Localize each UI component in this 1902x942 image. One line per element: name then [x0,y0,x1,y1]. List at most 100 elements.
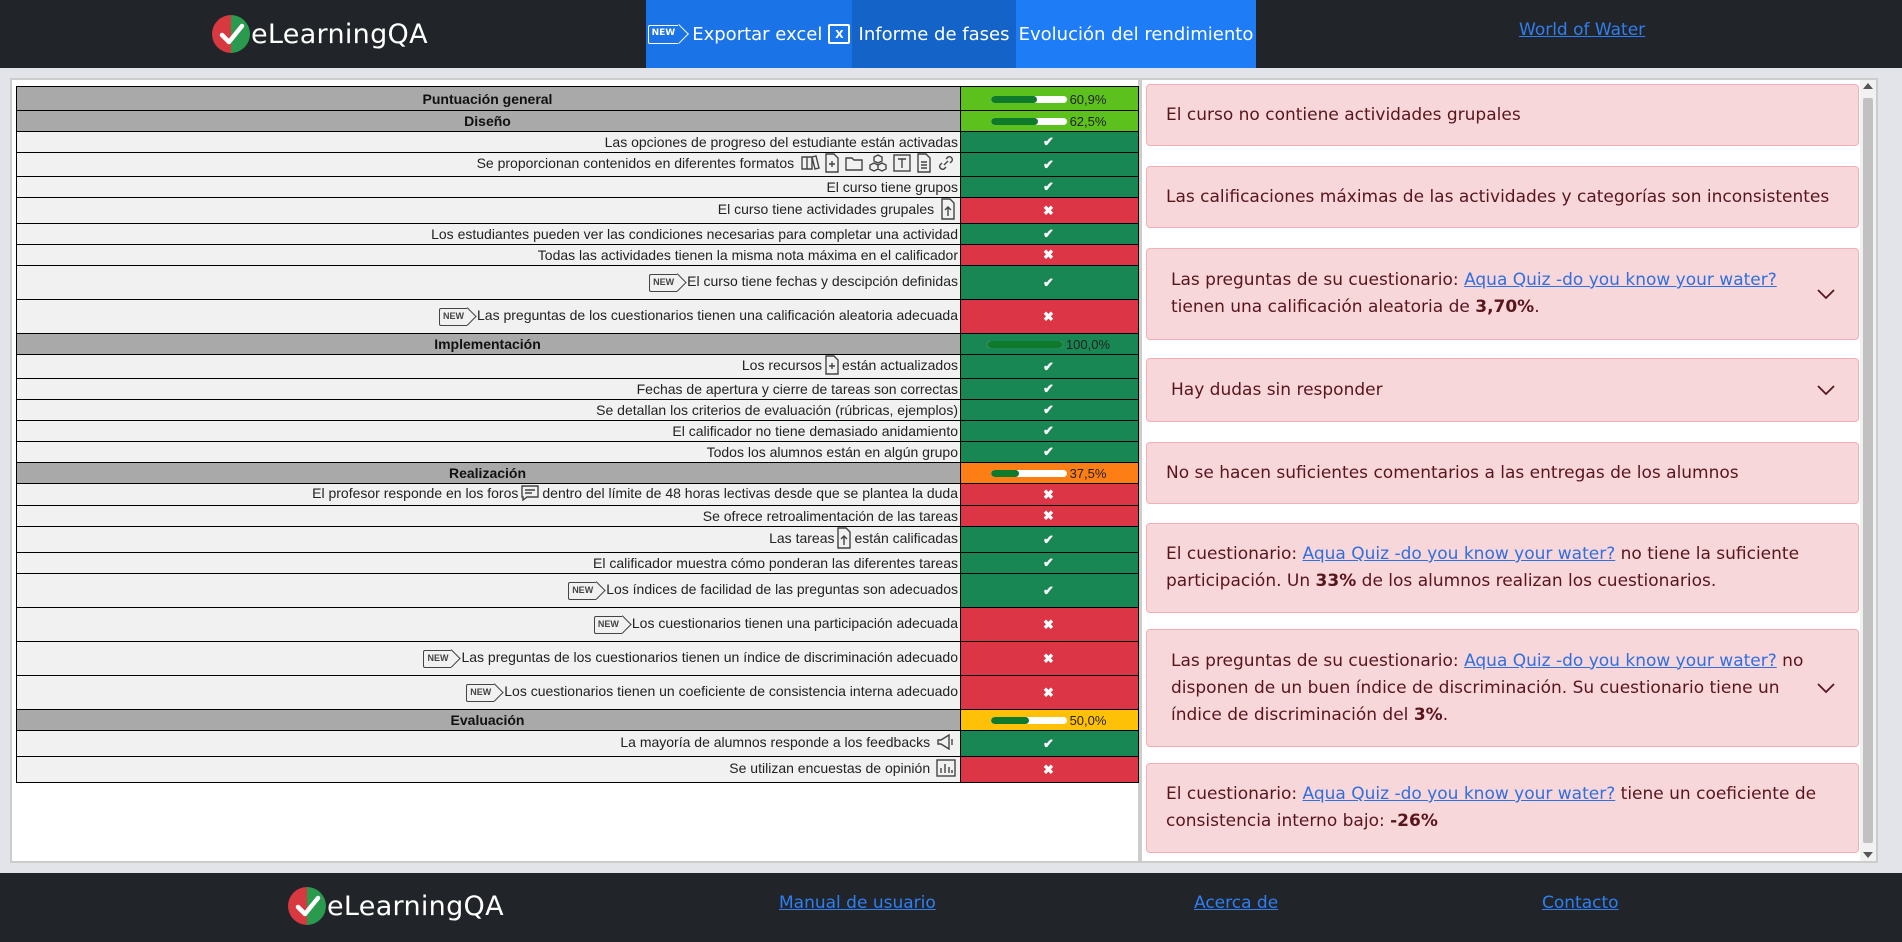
quiz-link[interactable]: Aqua Quiz -do you know your water? [1464,651,1777,671]
alert-item[interactable]: Las preguntas de su cuestionario: Aqua Q… [1146,248,1859,340]
criterion-text: El curso tiene fechas y descipción defin… [687,273,958,290]
criterion-text: Los estudiantes pueden ver las condicion… [431,226,958,242]
criterion-label: Todas las actividades tienen la misma no… [16,244,961,266]
score-progress: 62,5% [990,114,1107,129]
criterion-status: ✔ [960,526,1139,553]
overall-score-row: Puntuación general 60,9% [16,86,1139,111]
section-title: Realización [16,462,961,484]
criterion-text: Los recursos [741,357,823,374]
about-link[interactable]: Acerca de [1194,893,1278,913]
quiz-link[interactable]: Aqua Quiz -do you know your water? [1464,270,1777,290]
criterion-label: Los recursos están actualizados [16,354,961,379]
criterion-text: El calificador muestra cómo ponderan las… [593,555,958,571]
check-icon: ✔ [1043,226,1054,241]
new-badge-icon: NEW [647,24,679,44]
criterion-label: Se ofrece retroalimentación de las tarea… [16,505,961,527]
criterion-text: El calificador no tiene demasiado anidam… [672,423,958,439]
scroll-up-icon[interactable] [1863,83,1873,89]
score-percent: 100,0% [1065,337,1111,352]
criterion-status: ✔ [960,378,1139,400]
check-icon: ✔ [1043,444,1054,459]
footer-brand-logo[interactable]: eLearningQA [288,887,504,925]
new-badge-icon: NEW [568,581,597,600]
check-icon: ✔ [1043,735,1054,751]
criterion-label: Los estudiantes pueden ver las condicion… [16,223,961,245]
alert-item: El curso no contiene actividades grupale… [1146,84,1859,146]
new-badge-icon: NEW [439,307,467,326]
alert-item[interactable]: Las preguntas de su cuestionario: Aqua Q… [1146,629,1859,747]
criterion-row: El curso tiene grupos ✔ [16,176,1139,198]
criterion-label: Las opciones de progreso del estudiante … [16,131,961,153]
tab-phases-report[interactable]: Informe de fases [852,0,1016,68]
criterion-label: NEW Las preguntas de los cuestionarios ti… [16,641,961,676]
chevron-down-icon[interactable] [1816,288,1836,300]
score-percent: 50,0% [1069,713,1107,728]
criterion-status: ✔ [960,573,1139,608]
contact-link[interactable]: Contacto [1542,893,1619,913]
cubes-icon [868,154,888,176]
score-progress: 50,0% [990,713,1107,728]
chevron-down-icon[interactable] [1816,384,1836,396]
alert-item: Las calificaciones máximas de las activi… [1146,166,1859,228]
quiz-link[interactable]: Aqua Quiz -do you know your water? [1303,544,1616,564]
criterion-row: El curso tiene actividades grupales ✖ [16,197,1139,224]
criterion-row: El calificador muestra cómo ponderan las… [16,552,1139,574]
criterion-text: Todos los alumnos están en algún grupo [706,444,958,460]
cross-icon: ✖ [1043,486,1054,502]
progress-fill [990,717,1029,724]
tab-performance-evolution[interactable]: Evolución del rendimiento [1016,0,1256,68]
overall-score-label: Puntuación general [16,86,961,111]
alert-text: Las preguntas de su cuestionario: Aqua Q… [1171,270,1777,317]
criterion-label: Las tareas están calificadas [16,526,961,553]
export-excel-button[interactable]: NEW Exportar excel X [646,0,852,68]
check-icon: ✔ [1043,423,1054,438]
new-badge-icon: NEW [423,649,452,668]
criterion-status: ✔ [960,399,1139,421]
alerts-scrollbar[interactable] [1860,80,1876,861]
chevron-down-icon[interactable] [1816,682,1836,694]
scroll-thumb[interactable] [1863,98,1873,843]
criterion-row: Se proporcionan contenidos en diferentes… [16,152,1139,177]
criterion-status: ✔ [960,730,1139,757]
criterion-status: ✖ [960,197,1139,224]
brand-logo[interactable]: eLearningQA [212,15,428,53]
criterion-row: NEW Las preguntas de los cuestionarios ti… [16,299,1139,334]
criterion-row: NEW El curso tiene fechas y descipción de… [16,265,1139,300]
criterion-label: El calificador no tiene demasiado anidam… [16,420,961,442]
score-progress: 37,5% [990,466,1106,481]
criterion-label: NEW Los índices de facilidad de las pregu… [16,573,961,608]
alert-text: Hay dudas sin responder [1171,379,1383,400]
criterion-status: ✖ [960,607,1139,642]
criterion-status: ✔ [960,176,1139,198]
criterion-row: NEW Los cuestionarios tienen una particip… [16,607,1139,642]
link-icon [936,154,956,176]
alert-item[interactable]: Hay dudas sin responder [1146,358,1859,422]
criterion-text: Se detallan los criterios de evaluación … [596,402,958,418]
document-icon [916,153,932,176]
section-header-row: Evaluación 50,0% [16,709,1139,731]
alert-text: El cuestionario: Aqua Quiz -do you know … [1166,784,1817,831]
quiz-link[interactable]: Aqua Quiz -do you know your water? [1303,784,1616,804]
criterion-text: Las opciones de progreso del estudiante … [604,134,958,150]
alerts-panel: El curso no contiene actividades grupale… [1140,78,1878,863]
check-icon: ✔ [1043,179,1054,194]
alert-value: 33% [1315,571,1357,591]
score-percent: 62,5% [1069,114,1107,129]
criterion-text: están calificadas [854,530,958,547]
check-icon: ✔ [1043,531,1054,547]
logo-mark-icon [288,887,326,925]
course-link[interactable]: World of Water [1519,20,1645,40]
score-progress: 60,9% [990,92,1106,107]
main-nav: NEW Exportar excel X Informe de fases Ev… [646,0,1256,68]
criterion-row: Todos los alumnos están en algún grupo ✔ [16,441,1139,463]
section-header-row: Realización 37,5% [16,462,1139,484]
criterion-text: dentro del límite de 48 horas lectivas d… [542,485,958,502]
section-score: 62,5% [960,110,1139,132]
user-manual-link[interactable]: Manual de usuario [779,893,936,913]
criterion-status: ✔ [960,265,1139,300]
scroll-down-icon[interactable] [1863,852,1873,858]
cross-icon: ✖ [1043,308,1054,324]
progress-track [990,717,1067,724]
criterion-status: ✔ [960,152,1139,177]
file-plus-icon [824,153,840,176]
